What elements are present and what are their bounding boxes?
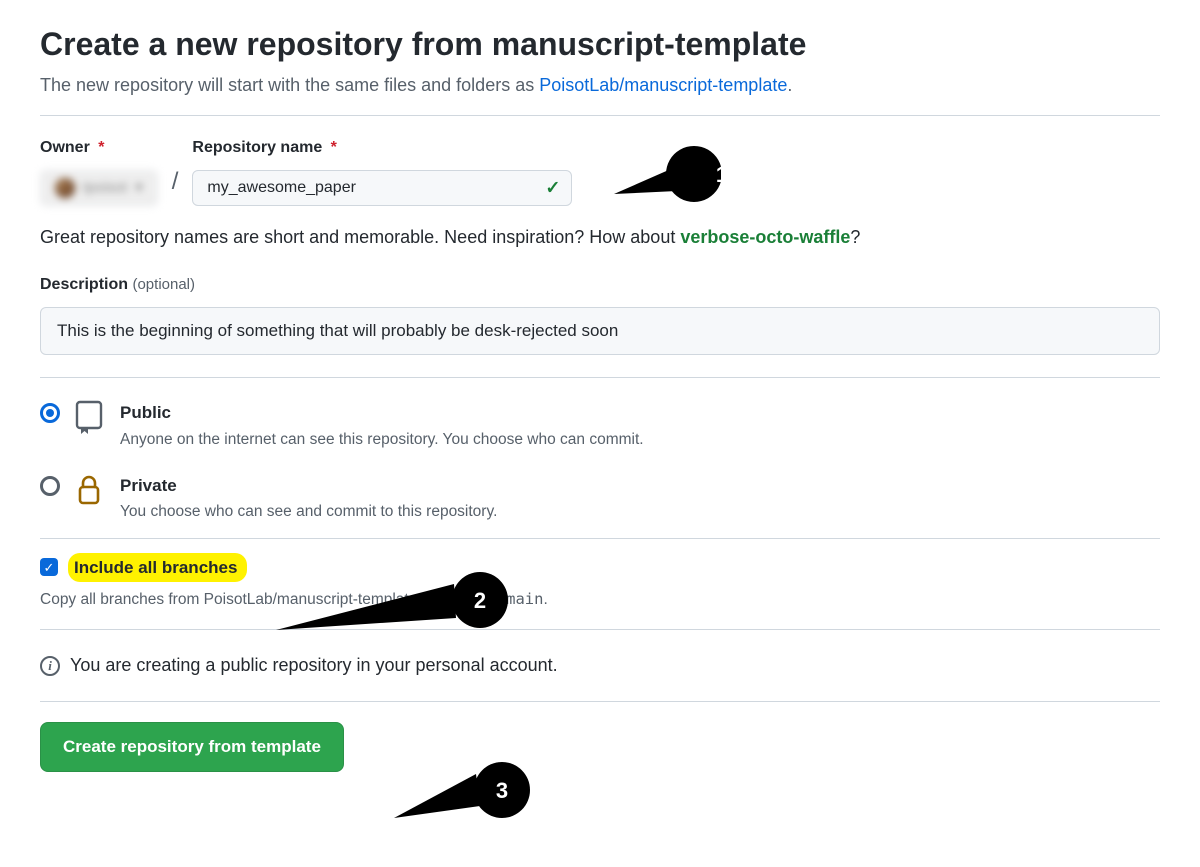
hint-suffix: ?: [850, 227, 860, 247]
visibility-public-radio[interactable]: [40, 403, 60, 423]
include-desc-prefix: Copy all branches from PoisotLab/manuscr…: [40, 591, 506, 608]
repo-icon: [74, 400, 106, 434]
template-link[interactable]: PoisotLab/manuscript-template: [539, 75, 787, 95]
lock-icon: [74, 473, 106, 507]
include-branches-label: Include all branches: [68, 553, 247, 583]
description-label: Description (optional): [40, 273, 1160, 297]
info-icon: i: [40, 656, 60, 676]
caret-down-icon: ▾: [135, 177, 143, 200]
visibility-public-desc: Anyone on the internet can see this repo…: [120, 428, 644, 451]
visibility-private-title: Private: [120, 473, 497, 499]
page-subtitle: The new repository will start with the s…: [40, 72, 1160, 99]
info-text: You are creating a public repository in …: [70, 652, 558, 679]
subtitle-prefix: The new repository will start with the s…: [40, 75, 539, 95]
annotation-callout-3: 3: [390, 762, 530, 824]
visibility-private-desc: You choose who can see and commit to thi…: [120, 500, 497, 523]
owner-select[interactable]: tpoisot ▾: [40, 170, 158, 206]
include-branches-checkbox[interactable]: ✓: [40, 558, 58, 576]
check-icon: ✓: [545, 175, 560, 202]
page-title: Create a new repository from manuscript-…: [40, 20, 1160, 68]
repo-name-label: Repository name *: [192, 136, 572, 160]
visibility-private-radio[interactable]: [40, 476, 60, 496]
svg-text:3: 3: [496, 778, 508, 803]
slash-separator: /: [172, 164, 179, 200]
repo-name-suggestion[interactable]: verbose-octo-waffle: [680, 227, 850, 247]
required-mark: *: [331, 139, 337, 156]
checkmark-icon: ✓: [44, 558, 55, 578]
description-optional: (optional): [132, 276, 195, 293]
avatar: [55, 178, 75, 198]
required-mark: *: [98, 139, 104, 156]
description-input[interactable]: [40, 307, 1160, 355]
divider: [40, 377, 1160, 378]
include-desc-code: main: [506, 590, 543, 608]
repo-name-label-text: Repository name: [192, 139, 322, 156]
divider: [40, 115, 1160, 116]
repo-name-hint: Great repository names are short and mem…: [40, 224, 1160, 251]
include-desc-suffix: .: [543, 591, 547, 608]
owner-label-text: Owner: [40, 139, 90, 156]
description-label-text: Description: [40, 276, 128, 293]
repo-name-input[interactable]: [192, 170, 572, 206]
owner-selected-text: tpoisot: [83, 177, 127, 200]
owner-label: Owner *: [40, 136, 158, 160]
subtitle-suffix: .: [787, 75, 792, 95]
visibility-public-title: Public: [120, 400, 644, 426]
create-repository-button[interactable]: Create repository from template: [40, 722, 344, 772]
info-row: i You are creating a public repository i…: [40, 630, 1160, 701]
hint-prefix: Great repository names are short and mem…: [40, 227, 680, 247]
include-branches-desc: Copy all branches from PoisotLab/manuscr…: [40, 588, 1160, 611]
